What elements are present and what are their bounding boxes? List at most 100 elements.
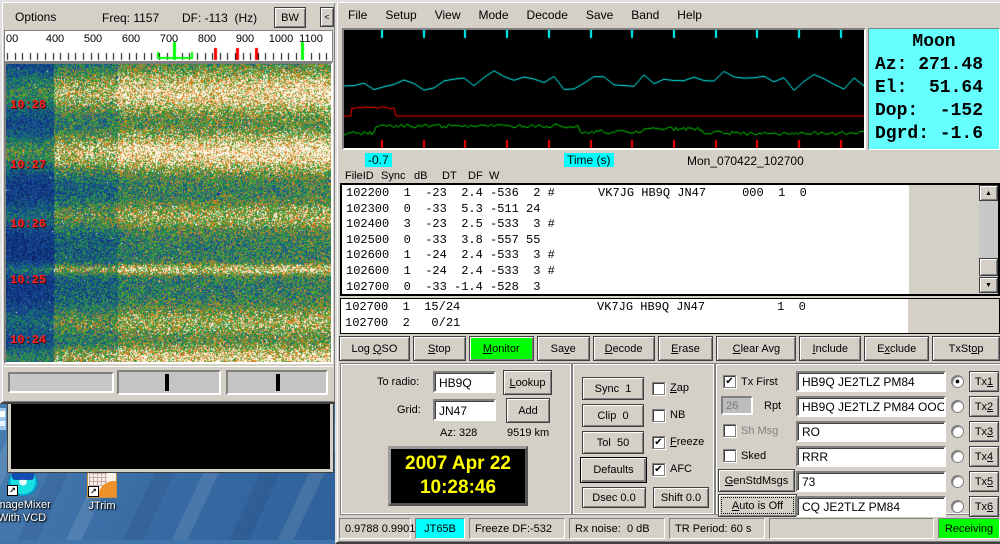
tx3-radio[interactable] — [951, 425, 964, 438]
tx4-radio[interactable] — [951, 450, 964, 463]
console-client-area — [11, 402, 330, 469]
tx2-message-field[interactable]: HB9Q JE2TLZ PM84 OOO — [796, 396, 946, 417]
menu-options[interactable]: Options — [6, 7, 65, 27]
tx3-button[interactable]: Tx3 — [969, 421, 999, 442]
scrollbar-thumb[interactable] — [979, 258, 998, 276]
tx1-radio[interactable]: ● — [951, 375, 964, 388]
status-freeze-df: Freeze DF:-532 — [469, 518, 565, 539]
scrollbar-up-button[interactable]: ▲ — [979, 185, 998, 201]
tx4-button[interactable]: Tx4 — [969, 446, 999, 467]
menu-decode[interactable]: Decode — [518, 5, 577, 25]
tx1-button[interactable]: Tx1 — [969, 371, 999, 392]
gain-slider[interactable] — [226, 370, 328, 395]
frequency-scale[interactable]: 00 400 500 600 700 800 900 1000 1100 — [4, 30, 333, 62]
btn-label: D — [605, 343, 613, 355]
monitor-button[interactable]: Monitor — [469, 336, 534, 361]
tx6-radio[interactable] — [951, 500, 964, 513]
menu-file[interactable]: File — [339, 5, 376, 25]
exclude-button[interactable]: Exclude — [864, 336, 929, 361]
bw-button[interactable]: BW — [274, 7, 306, 28]
btn-label: E — [877, 343, 884, 355]
decode-line[interactable]: 102300 0 -33 5.3 -511 24 — [346, 202, 909, 218]
menu-band[interactable]: Band — [622, 5, 668, 25]
menu-help[interactable]: Help — [668, 5, 711, 25]
log-qso-button[interactable]: Log QSO — [339, 336, 410, 361]
decode-line[interactable]: 102400 3 -23 2.5 -533 3 # — [346, 217, 909, 233]
clear-avg-button[interactable]: Clear Avg — [716, 336, 796, 361]
sh-msg-checkbox[interactable] — [723, 424, 736, 437]
decode-button[interactable]: Decode — [593, 336, 655, 361]
tx6-message-field[interactable]: CQ JE2TLZ PM84 — [796, 496, 946, 517]
freeze-checkbox[interactable]: ✔ — [652, 436, 665, 449]
btn-label: G — [725, 475, 734, 487]
speed-slider[interactable] — [117, 370, 221, 395]
tx-first-checkbox[interactable]: ✔ — [723, 375, 736, 388]
erase-button[interactable]: Erase — [658, 336, 714, 361]
grid-input[interactable]: JN47 — [433, 399, 496, 421]
tx2-button[interactable]: Tx2 — [969, 396, 999, 417]
btn-label: 6 — [987, 501, 993, 513]
desktop-icon-imagemixer[interactable]: ↗ ImageMixer With VCD — [0, 468, 58, 528]
rpt-field[interactable]: 26 — [721, 396, 753, 415]
scroll-left-button[interactable]: < — [320, 7, 334, 27]
menu-view[interactable]: View — [426, 5, 470, 25]
waterfall-canvas[interactable] — [6, 64, 331, 362]
console-window[interactable] — [7, 398, 334, 473]
tx6-button[interactable]: Tx6 — [969, 496, 999, 517]
decode-line[interactable]: 102600 1 -24 2.4 -533 3 # — [346, 264, 909, 280]
decode-line[interactable]: 102700 0 -33 -1.4 -528 3 — [346, 280, 909, 294]
add-button[interactable]: Add — [506, 398, 550, 423]
txstop-button[interactable]: TxStop — [932, 336, 1000, 361]
avg-line[interactable]: 102700 1 15/24 VK7JG HB9Q JN47 1 0 — [345, 300, 908, 316]
afc-checkbox[interactable]: ✔ — [652, 463, 665, 476]
slider-thumb[interactable] — [165, 374, 169, 391]
tx5-message-field[interactable]: 73 — [796, 471, 946, 492]
scrollbar-down-button[interactable]: ▼ — [979, 277, 998, 293]
tx5-button[interactable]: Tx5 — [969, 471, 999, 492]
sync-control[interactable]: Sync 1 — [582, 377, 644, 400]
btn-label: S — [428, 343, 435, 355]
tol-control[interactable]: Tol 50 — [582, 431, 644, 454]
dsec-control[interactable]: Dsec 0.0 — [582, 487, 646, 508]
menu-mode[interactable]: Mode — [470, 5, 518, 25]
specjt-window: Options Freq: 1157 DF: -113 (Hz) BW < 00… — [0, 0, 337, 404]
tx1-message-field[interactable]: HB9Q JE2TLZ PM84 — [796, 371, 946, 392]
stop-button[interactable]: Stop — [413, 336, 466, 361]
to-radio-label: To radio: — [377, 376, 419, 388]
tx5-radio[interactable] — [951, 475, 964, 488]
btn-label: A — [732, 500, 739, 512]
decode-line[interactable]: 102500 0 -33 3.8 -557 55 — [346, 233, 909, 249]
clip-control[interactable]: Clip 0 — [582, 404, 644, 427]
slider-thumb[interactable] — [276, 374, 280, 391]
decode-scrollbar[interactable]: ▲ ▼ — [979, 185, 998, 294]
shift-control[interactable]: Shift 0.0 — [653, 487, 709, 508]
avg-text-area[interactable]: 102700 1 15/24 VK7JG HB9Q JN47 1 0 10270… — [341, 299, 908, 333]
tx-first-label: Tx First — [741, 376, 778, 388]
decode-text-area[interactable]: 102200 1 -23 2.4 -536 2 # VK7JG HB9Q JN4… — [342, 185, 909, 294]
to-radio-input[interactable]: HB9Q — [433, 371, 496, 393]
btn-label: E — [671, 343, 678, 355]
menu-setup[interactable]: Setup — [376, 5, 425, 25]
tx-message: RO — [802, 425, 820, 439]
menu-save[interactable]: Save — [577, 5, 622, 25]
afc-label: AFC — [670, 463, 692, 475]
tx3-message-field[interactable]: RO — [796, 421, 946, 442]
btn-label: 2 — [987, 401, 993, 413]
gen-std-msgs-button[interactable]: GenStdMsgs — [718, 469, 795, 492]
zap-checkbox[interactable] — [652, 382, 665, 395]
lookup-button[interactable]: Lookup — [503, 370, 552, 395]
decode-line[interactable]: 102600 1 -24 2.4 -533 3 # — [346, 248, 909, 264]
include-button[interactable]: Include — [799, 336, 861, 361]
tx2-radio[interactable] — [951, 400, 964, 413]
avg-line[interactable]: 102700 2 0/21 — [345, 316, 908, 332]
auto-is-off-button[interactable]: Auto is Off — [718, 494, 797, 517]
sked-checkbox[interactable] — [723, 449, 736, 462]
btn-label: Clip 0 — [597, 410, 628, 422]
nb-checkbox[interactable] — [652, 409, 665, 422]
decode-line[interactable]: 102200 1 -23 2.4 -536 2 # VK7JG HB9Q JN4… — [346, 186, 909, 202]
defaults-button[interactable]: Defaults — [580, 457, 647, 483]
save-button[interactable]: Save — [537, 336, 590, 361]
moon-dop: Dop: -152 — [869, 100, 999, 123]
tx4-message-field[interactable]: RRR — [796, 446, 946, 467]
desktop-icon-jtrim[interactable]: ↗ JTrim — [72, 470, 132, 530]
